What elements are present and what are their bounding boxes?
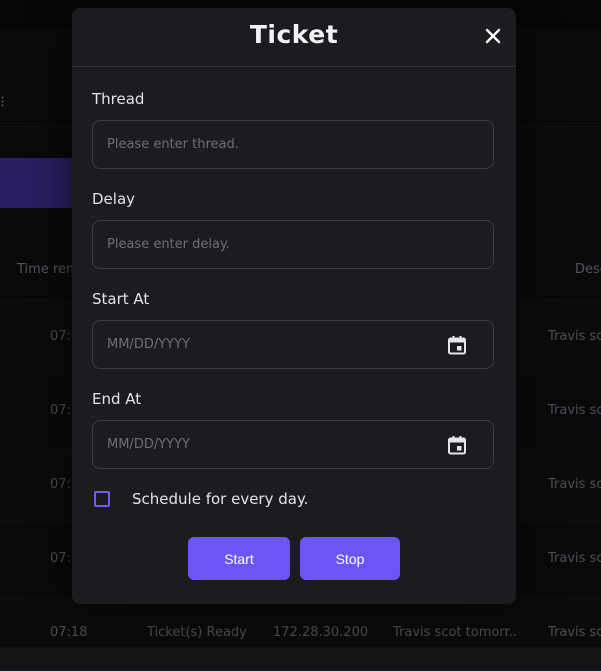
calendar-icon[interactable] (447, 435, 467, 455)
modal-header: Ticket (72, 8, 516, 67)
thread-input[interactable] (93, 121, 493, 168)
close-button[interactable] (482, 25, 504, 47)
start-at-field (92, 320, 494, 369)
ticket-modal: Ticket Thread Delay Start At End At (72, 8, 516, 604)
delay-field (92, 220, 494, 269)
end-at-label: End At (92, 390, 142, 408)
delay-label: Delay (92, 190, 136, 208)
calendar-icon[interactable] (447, 335, 467, 355)
start-at-input[interactable] (93, 321, 493, 368)
schedule-checkbox-label[interactable]: Schedule for every day. (132, 490, 308, 508)
close-icon (485, 28, 501, 44)
thread-label: Thread (92, 90, 145, 108)
end-at-input[interactable] (93, 421, 493, 468)
modal-title: Ticket (249, 20, 339, 49)
thread-field (92, 120, 494, 169)
end-at-field (92, 420, 494, 469)
start-button[interactable]: Start (188, 537, 290, 580)
start-at-label: Start At (92, 290, 150, 308)
delay-input[interactable] (93, 221, 493, 268)
schedule-checkbox[interactable] (94, 491, 110, 507)
stop-button[interactable]: Stop (300, 537, 400, 580)
